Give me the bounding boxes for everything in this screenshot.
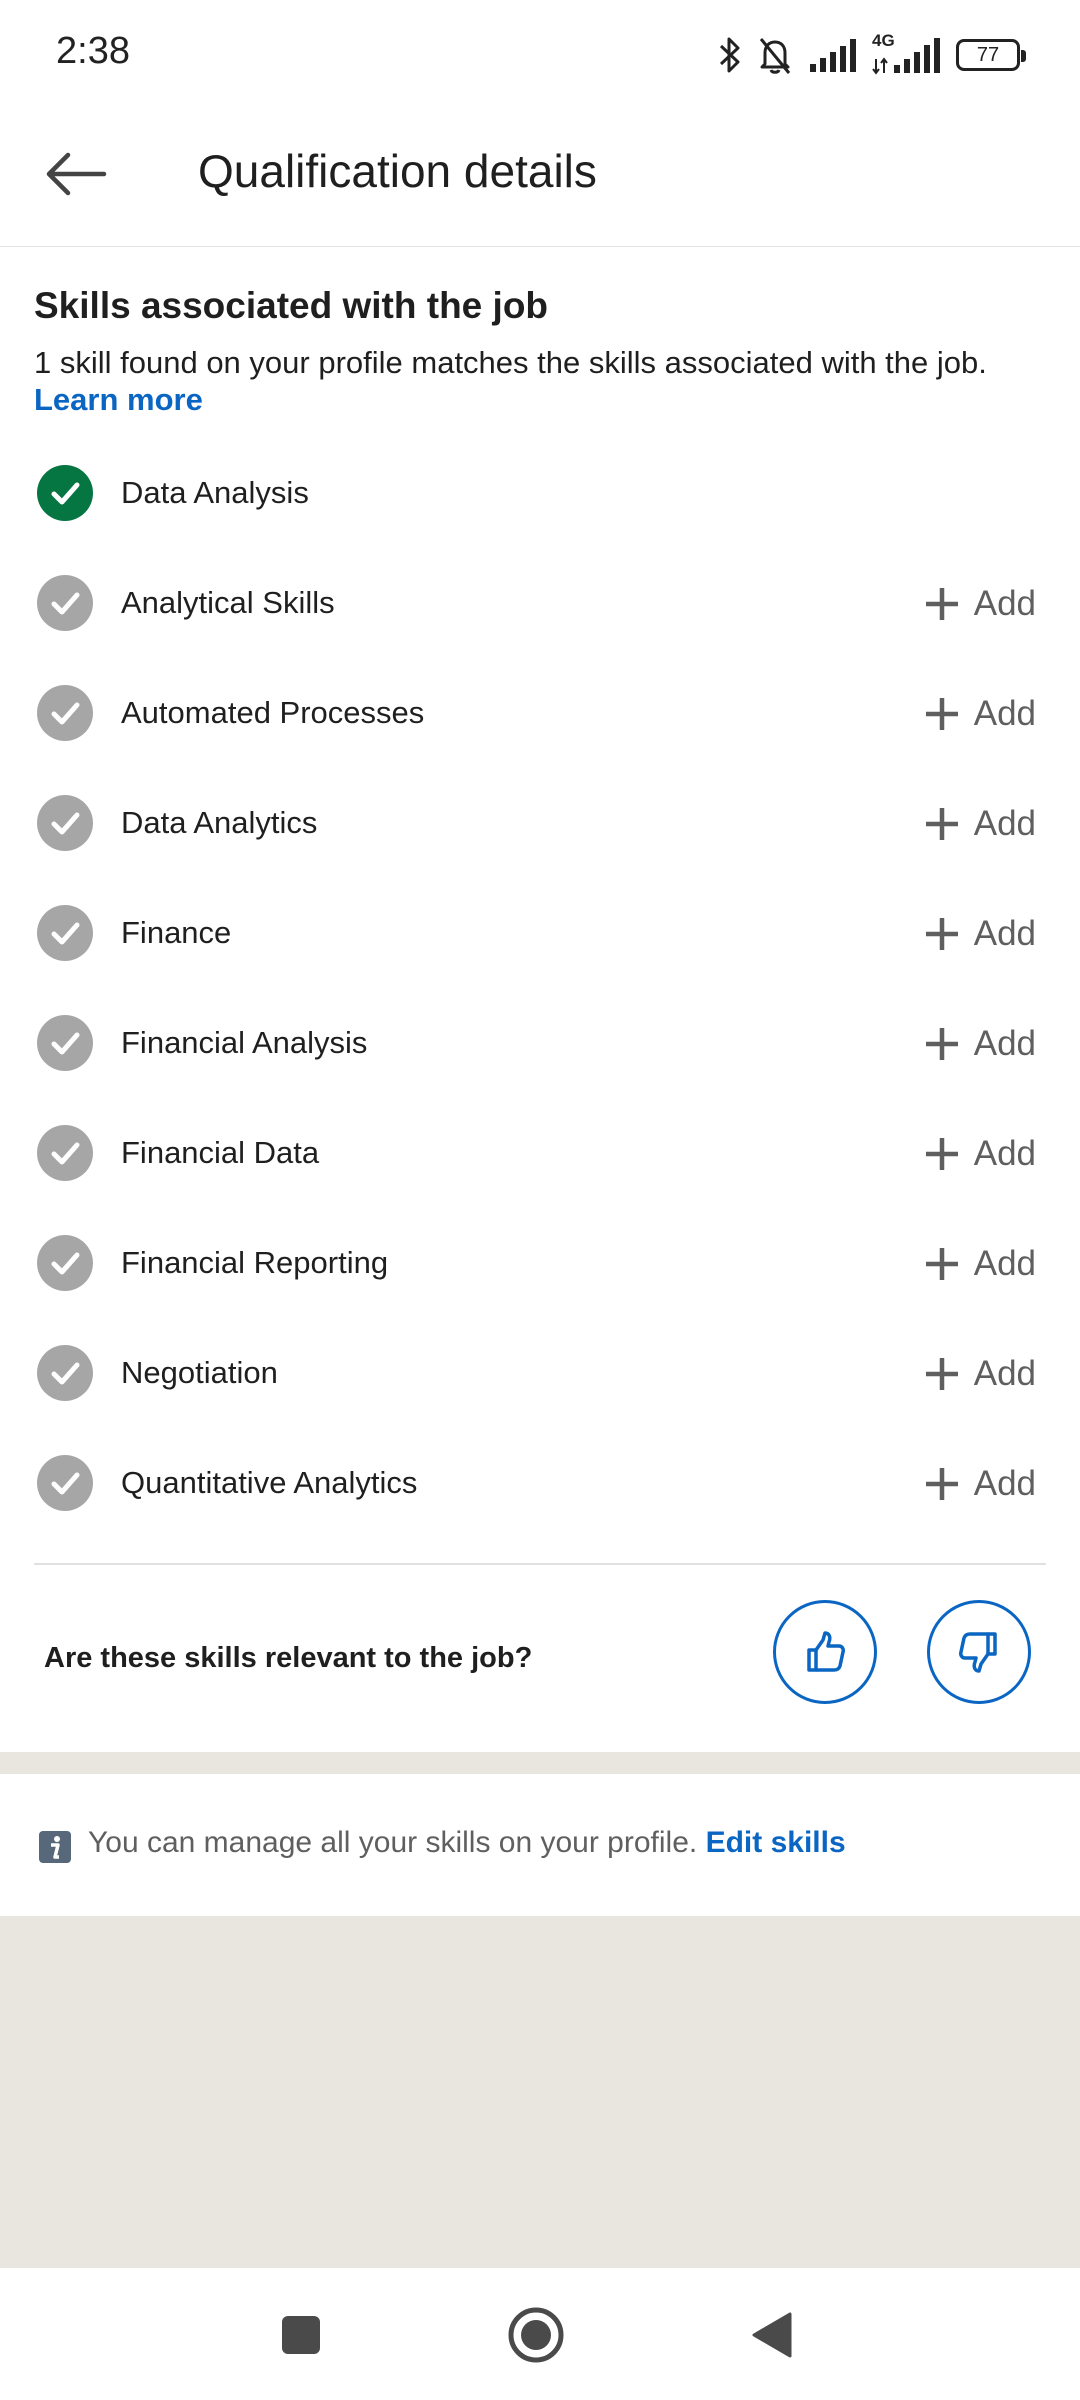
section-separator <box>0 1752 1080 1774</box>
skill-name: Automated Processes <box>121 695 425 730</box>
add-label: Add <box>973 804 1036 843</box>
add-skill-button[interactable]: Add <box>924 1349 1036 1399</box>
plus-icon <box>925 1138 958 1170</box>
skill-row: Analytical Skills Add <box>0 549 1080 659</box>
skill-row: Data Analytics Add <box>0 769 1080 879</box>
edit-skills-link[interactable]: Edit skills <box>706 1826 846 1859</box>
add-skill-button[interactable]: Add <box>924 579 1036 629</box>
add-skill-button[interactable]: Add <box>924 1019 1036 1069</box>
add-skill-button[interactable]: Add <box>924 909 1036 959</box>
bell-muted-icon <box>759 38 791 74</box>
plus-icon <box>925 918 958 950</box>
add-label: Add <box>973 1024 1036 1063</box>
skill-row: Finance Add <box>0 879 1080 989</box>
system-nav-bar <box>0 2268 1080 2400</box>
plus-icon <box>925 588 958 620</box>
skill-row: Data Analysis <box>0 439 1080 549</box>
add-skill-button[interactable]: Add <box>924 799 1036 849</box>
add-label: Add <box>973 1134 1036 1173</box>
skill-row: Quantitative Analytics Add <box>0 1429 1080 1539</box>
info-icon <box>39 1831 71 1863</box>
plus-icon <box>925 1028 958 1060</box>
thumbs-up-icon <box>807 1631 845 1672</box>
check-circle-icon <box>37 575 93 631</box>
check-circle-icon <box>37 795 93 851</box>
skill-name: Data Analysis <box>121 475 309 510</box>
divider <box>34 1563 1046 1565</box>
status-bar: 2:38 4G 77 <box>0 0 1080 110</box>
battery-icon: 77 <box>956 39 1026 71</box>
skill-row: Automated Processes Add <box>0 659 1080 769</box>
check-circle-icon <box>37 1345 93 1401</box>
skill-name: Financial Reporting <box>121 1245 389 1280</box>
add-label: Add <box>973 1244 1036 1283</box>
check-circle-icon <box>37 1455 93 1511</box>
section-description: 1 skill found on your profile matches th… <box>34 345 987 380</box>
skill-row: Financial Analysis Add <box>0 989 1080 1099</box>
skill-row: Negotiation Add <box>0 1319 1080 1429</box>
triangle-back-icon <box>752 2312 792 2358</box>
skill-name: Negotiation <box>121 1355 278 1390</box>
back-button[interactable] <box>36 134 116 214</box>
status-time: 2:38 <box>56 30 130 72</box>
status-icons: 4G 77 <box>718 28 1026 82</box>
info-card: You can manage all your skills on your p… <box>0 1774 1080 1916</box>
skill-name: Data Analytics <box>121 805 318 840</box>
add-skill-button[interactable]: Add <box>924 1459 1036 1509</box>
page-background <box>0 1916 1080 2268</box>
check-circle-icon <box>37 1015 93 1071</box>
add-skill-button[interactable]: Add <box>924 1239 1036 1289</box>
plus-icon <box>925 698 958 730</box>
home-button[interactable] <box>503 2302 569 2368</box>
recents-button[interactable] <box>268 2302 334 2368</box>
add-label: Add <box>973 1464 1036 1503</box>
skill-name: Financial Data <box>121 1135 320 1170</box>
signal-4g-icon: 4G <box>872 31 942 75</box>
check-circle-icon <box>37 465 93 521</box>
nav-back-button[interactable] <box>738 2302 804 2368</box>
skill-name: Analytical Skills <box>121 585 335 620</box>
bluetooth-icon <box>719 37 740 73</box>
skill-name: Financial Analysis <box>121 1025 368 1060</box>
page-title: Qualification details <box>198 145 597 197</box>
check-circle-icon <box>37 685 93 741</box>
add-skill-button[interactable]: Add <box>924 689 1036 739</box>
plus-icon <box>925 808 958 840</box>
skill-row: Financial Reporting Add <box>0 1209 1080 1319</box>
add-skill-button[interactable]: Add <box>924 1129 1036 1179</box>
skill-name: Quantitative Analytics <box>121 1465 418 1500</box>
square-icon <box>282 2316 320 2354</box>
plus-icon <box>925 1358 958 1390</box>
plus-icon <box>925 1468 958 1500</box>
section-heading: Skills associated with the job <box>34 285 549 326</box>
info-message: You can manage all your skills on your p… <box>88 1826 698 1859</box>
check-circle-icon <box>37 1125 93 1181</box>
app-bar: Qualification details <box>0 110 1080 247</box>
add-label: Add <box>973 914 1036 953</box>
signal-icon <box>810 39 856 72</box>
feedback-question: Are these skills relevant to the job? <box>44 1642 533 1674</box>
battery-level: 77 <box>976 43 1000 66</box>
thumbs-up-button[interactable] <box>773 1600 877 1704</box>
learn-more-link[interactable]: Learn more <box>34 382 203 418</box>
check-circle-icon <box>37 1235 93 1291</box>
skill-row: Financial Data Add <box>0 1099 1080 1209</box>
skills-card: Skills associated with the job 1 skill f… <box>0 247 1080 1752</box>
arrow-left-icon <box>46 152 107 196</box>
plus-icon <box>925 1248 958 1280</box>
add-label: Add <box>973 584 1036 623</box>
thumbs-down-button[interactable] <box>927 1600 1031 1704</box>
add-label: Add <box>973 694 1036 733</box>
skill-list: Data Analysis Analytical Skills Add Auto… <box>0 439 1080 1539</box>
check-circle-icon <box>37 905 93 961</box>
add-label: Add <box>973 1354 1036 1393</box>
circle-icon <box>508 2307 564 2363</box>
thumbs-down-icon <box>959 1632 997 1673</box>
info-text: You can manage all your skills on your p… <box>88 1826 846 1860</box>
skill-name: Finance <box>121 915 232 950</box>
